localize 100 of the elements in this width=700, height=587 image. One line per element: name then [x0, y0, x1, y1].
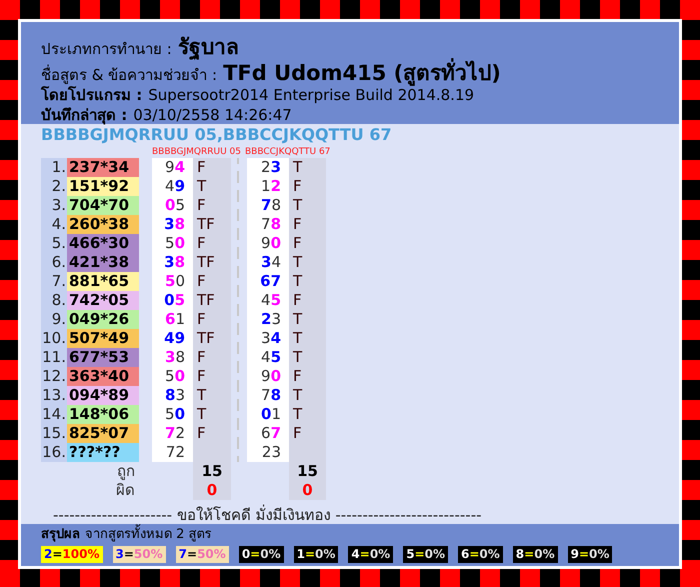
result-mark: T [289, 329, 326, 348]
result-mark: TF [193, 215, 231, 234]
row-number: 1. [41, 158, 67, 177]
digit-pair: 50 [152, 234, 193, 253]
percent-badge: 7=50% [176, 546, 229, 563]
digit-pair: 50 [152, 405, 193, 424]
draw-result: 363*40 [67, 367, 139, 386]
result-mark: TF [193, 329, 231, 348]
digit-pair: 72 [152, 443, 193, 462]
result-mark: F [193, 234, 231, 253]
digit-pair: 38 [152, 253, 193, 272]
result-mark: TF [193, 291, 231, 310]
digit-pair: 34 [247, 329, 289, 348]
result-mark: T [193, 405, 231, 424]
digit-pair: 83 [152, 386, 193, 405]
draw-result: 049*26 [67, 310, 139, 329]
draw-result: 094*89 [67, 386, 139, 405]
row-number: 7. [41, 272, 67, 291]
result-mark: F [289, 367, 326, 386]
total-value: 0 [289, 481, 326, 500]
digit-pair: 23 [247, 158, 289, 177]
percent-badge: 1=0% [294, 546, 338, 563]
draw-result: 825*07 [67, 424, 139, 443]
result-mark: T [289, 310, 326, 329]
row-number: 12. [41, 367, 67, 386]
percent-badge: 4=0% [348, 546, 394, 563]
digit-pair: 72 [152, 424, 193, 443]
digit-pair: 45 [247, 348, 289, 367]
digit-pair: 38 [152, 348, 193, 367]
draw-result: 421*38 [67, 253, 139, 272]
draw-result: 677*53 [67, 348, 139, 367]
result-mark: F [193, 424, 231, 443]
percent-badge: 3=50% [112, 546, 166, 563]
row-number: 14. [41, 405, 67, 424]
draw-result: 704*70 [67, 196, 139, 215]
result-mark: T [289, 253, 326, 272]
digit-pair: 05 [152, 291, 193, 310]
result-mark: F [289, 291, 326, 310]
result-mark: T [289, 158, 326, 177]
total-label: ถูก [116, 462, 136, 481]
draw-result: 742*05 [67, 291, 139, 310]
digit-pair: 61 [152, 310, 193, 329]
result-mark: F [193, 158, 231, 177]
result-mark: T [289, 196, 326, 215]
result-mark: F [193, 348, 231, 367]
row-number: 13. [41, 386, 67, 405]
formula-name-label: ชื่อสูตร & ข้อความช่วยจำ : [41, 64, 218, 86]
digit-pair: 45 [247, 291, 289, 310]
percent-badge: 9=0% [568, 546, 612, 563]
row-number: 2. [41, 177, 67, 196]
result-mark: F [193, 310, 231, 329]
result-mark: F [193, 272, 231, 291]
formula-title: BBBBGJMQRRUU 05,BBBCCJKQQTTU 67 [41, 124, 393, 146]
digit-pair: 50 [152, 367, 193, 386]
draw-result: 151*92 [67, 177, 139, 196]
result-mark: F [289, 177, 326, 196]
percent-badge: 8=0% [512, 546, 558, 563]
draw-result: 466*30 [67, 234, 139, 253]
percent-badge: 0=0% [238, 546, 284, 563]
result-mark: T [289, 272, 326, 291]
saved-time-value: 03/10/2558 14:26:47 [133, 105, 292, 126]
percent-badge: 6=0% [458, 546, 503, 563]
total-value: 15 [193, 462, 231, 481]
digit-pair: 78 [247, 386, 289, 405]
digit-pair: 90 [247, 367, 289, 386]
digit-pair: 78 [247, 215, 289, 234]
saved-time-label: บันทึกล่าสุด : [41, 105, 128, 126]
digit-pair: 12 [247, 177, 289, 196]
digit-pair: 67 [247, 424, 289, 443]
draw-result: 881*65 [67, 272, 139, 291]
row-number: 3. [41, 196, 67, 215]
digit-pair: 78 [247, 196, 289, 215]
program-label: โดยโปรแกรม : [41, 85, 142, 106]
draw-result: 237*34 [67, 158, 139, 177]
column-header: BBBBGJMQRRUU 05 [152, 146, 242, 158]
digit-pair: 05 [152, 196, 193, 215]
digit-pair: 49 [152, 329, 193, 348]
result-mark: T [289, 405, 326, 424]
total-value: 15 [289, 462, 326, 481]
digit-pair: 34 [247, 253, 289, 272]
digit-pair: 23 [247, 310, 289, 329]
digit-pair: 50 [152, 272, 193, 291]
footer-message: ---------------------- ขอให้โชคดี มั่งมีเงินทอง --------------------------- [52, 506, 483, 524]
result-mark: T [289, 348, 326, 367]
result-mark: F [289, 234, 326, 253]
digit-pair: 67 [247, 272, 289, 291]
digit-pair: 49 [152, 177, 193, 196]
result-mark: F [289, 424, 326, 443]
result-mark: T [289, 386, 326, 405]
draw-result: ???*?? [67, 443, 139, 462]
result-mark: F [193, 367, 231, 386]
digit-pair: 01 [247, 405, 289, 424]
total-value: 0 [193, 481, 231, 500]
result-mark: T [193, 386, 231, 405]
result-mark: F [289, 215, 326, 234]
draw-result: 507*49 [67, 329, 139, 348]
percent-badge: 2=100% [41, 546, 102, 563]
result-mark: F [193, 196, 231, 215]
summary-title: สรุปผล [41, 526, 80, 544]
row-number: 15. [41, 424, 67, 443]
